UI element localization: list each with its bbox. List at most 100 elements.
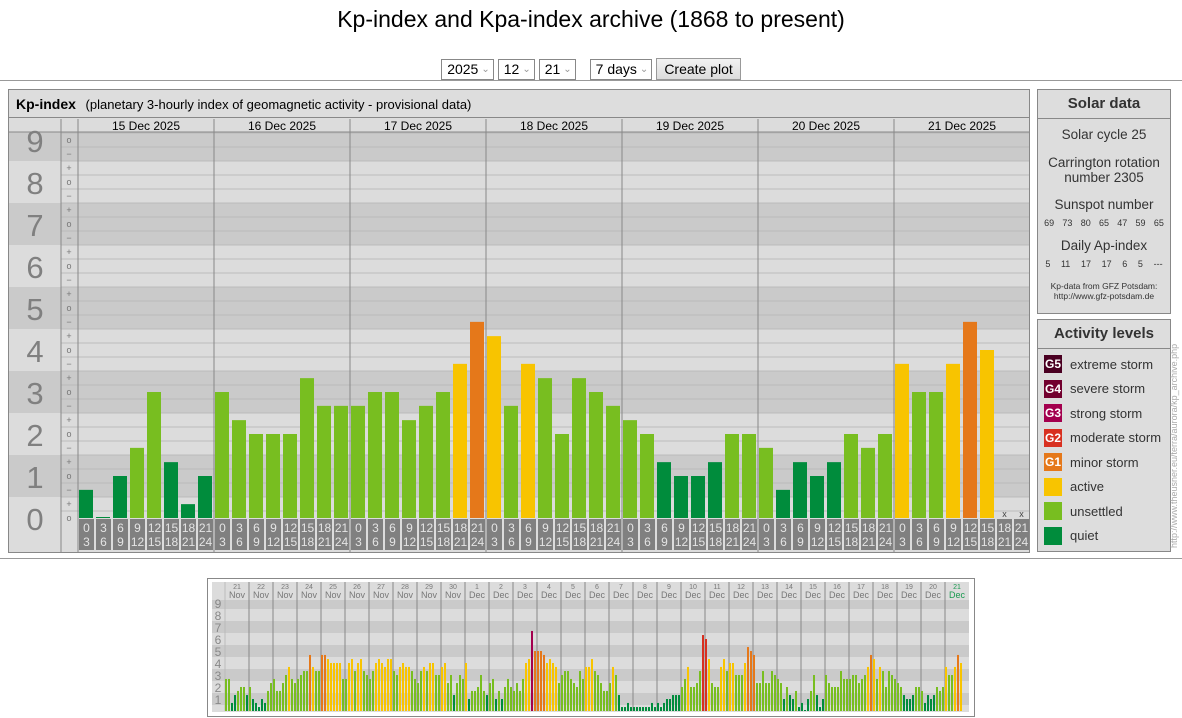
chevron-down-icon: ⌄ (639, 64, 649, 75)
hour-end-label: 15 (964, 535, 978, 549)
overview-bar (303, 671, 305, 711)
legend-item: G2 moderate storm (1038, 426, 1170, 451)
hour-end-label: 21 (726, 535, 740, 549)
overview-month: Dec (781, 590, 798, 600)
hour-end-label: 3 (491, 535, 498, 549)
overview-y-label: 6 (215, 633, 222, 647)
kp-bar (725, 434, 739, 518)
overview-bar (906, 699, 908, 711)
overview-bar (516, 683, 518, 711)
overview-bar (234, 695, 236, 711)
y-tick-symbol: − (66, 233, 71, 243)
overview-bar (705, 639, 707, 711)
y-tick-symbol: + (66, 247, 71, 257)
kp-bar (674, 476, 688, 518)
overview-bar (258, 707, 260, 711)
create-plot-button[interactable]: Create plot (656, 58, 741, 80)
y-tick-symbol: + (66, 331, 71, 341)
overview-bar (297, 678, 299, 711)
overview-bar (279, 690, 281, 711)
day-select[interactable]: 21 ⌄ (538, 59, 576, 80)
hour-end-label: 18 (165, 535, 179, 549)
overview-month: Nov (373, 590, 390, 600)
overview-bar (750, 651, 752, 711)
overview-month: Dec (589, 590, 606, 600)
overview-month: Dec (661, 590, 678, 600)
hour-end-label: 18 (437, 535, 451, 549)
overview-bar (543, 654, 545, 711)
overview-bar (732, 663, 734, 711)
kp-bar (79, 489, 93, 518)
kp-bar (113, 476, 127, 518)
legend-label: unsettled (1070, 503, 1123, 519)
kp-bar (436, 392, 450, 518)
hour-start-label: 9 (406, 521, 413, 535)
watermark-url: http://www.theusner.eu/terra/aurora/kp_a… (1169, 343, 1179, 548)
overview-bar (372, 671, 374, 711)
overview-bar (255, 702, 257, 711)
overview-bar (801, 702, 803, 711)
overview-bar (405, 666, 407, 711)
overview-bar (639, 707, 641, 711)
overview-month: Dec (949, 590, 966, 600)
overview-bar (852, 675, 854, 711)
date-label: 19 Dec 2025 (656, 119, 724, 133)
overview-bar (786, 687, 788, 711)
hour-end-label: 3 (83, 535, 90, 549)
overview-bar (501, 699, 503, 711)
hour-end-label: 21 (318, 535, 332, 549)
month-select[interactable]: 12 ⌄ (497, 59, 535, 80)
kp-bar (96, 517, 110, 518)
overview-bar (435, 675, 437, 711)
overview-bar (249, 687, 251, 711)
overview-bar (717, 687, 719, 711)
overview-bar (924, 702, 926, 711)
day-value: 21 (544, 61, 561, 77)
hour-end-label: 24 (1015, 535, 1029, 549)
hour-end-label: 21 (182, 535, 196, 549)
month-value: 12 (503, 61, 520, 77)
activity-levels-panel: Activity levels G5 extreme storm G4 severe … (1037, 319, 1171, 552)
hour-end-label: 21 (454, 535, 468, 549)
hour-start-label: 12 (964, 521, 978, 535)
kp-bar (708, 462, 722, 518)
kp-bar (249, 434, 263, 518)
kp-bar (334, 405, 348, 518)
overview-bar (273, 678, 275, 711)
date-label: 20 Dec 2025 (792, 119, 860, 133)
overview-month: Dec (877, 590, 894, 600)
kp-bar (487, 336, 501, 518)
year-select[interactable]: 2025 ⌄ (441, 59, 494, 80)
date-label: 17 Dec 2025 (384, 119, 452, 133)
kp-bar (657, 462, 671, 518)
kp-bar (861, 447, 875, 518)
overview-bar (345, 678, 347, 711)
kp-chart: 0123456789o+−o+−o+−o+−o+−o+−o+−o+−o+−o15… (9, 119, 1029, 552)
hour-start-label: 9 (814, 521, 821, 535)
overview-month: Dec (565, 590, 582, 600)
y-tick-symbol: − (66, 401, 71, 411)
overview-bar (486, 695, 488, 711)
date-label: 18 Dec 2025 (520, 119, 588, 133)
overview-bar (936, 687, 938, 711)
overview-bar (618, 695, 620, 711)
overview-bar (285, 675, 287, 711)
overview-bar (825, 675, 827, 711)
overview-bar (585, 666, 587, 711)
overview-bar (594, 671, 596, 711)
range-select[interactable]: 7 days ⌄ (589, 59, 653, 80)
overview-bar (237, 690, 239, 711)
hour-end-label: 12 (267, 535, 281, 549)
chevron-down-icon: ⌄ (522, 64, 531, 75)
overview-bar (369, 678, 371, 711)
overview-bar (540, 651, 542, 711)
overview-bar (597, 675, 599, 711)
overview-month: Nov (301, 590, 318, 600)
kp-bar (351, 405, 365, 518)
y-tick-symbol: + (66, 205, 71, 215)
overview-bar (318, 671, 320, 711)
overview-month: Nov (277, 590, 294, 600)
overview-bar (789, 695, 791, 711)
hour-start-label: 21 (199, 521, 213, 535)
source-link[interactable]: http://www.gfz-potsdam.de (1038, 291, 1170, 301)
